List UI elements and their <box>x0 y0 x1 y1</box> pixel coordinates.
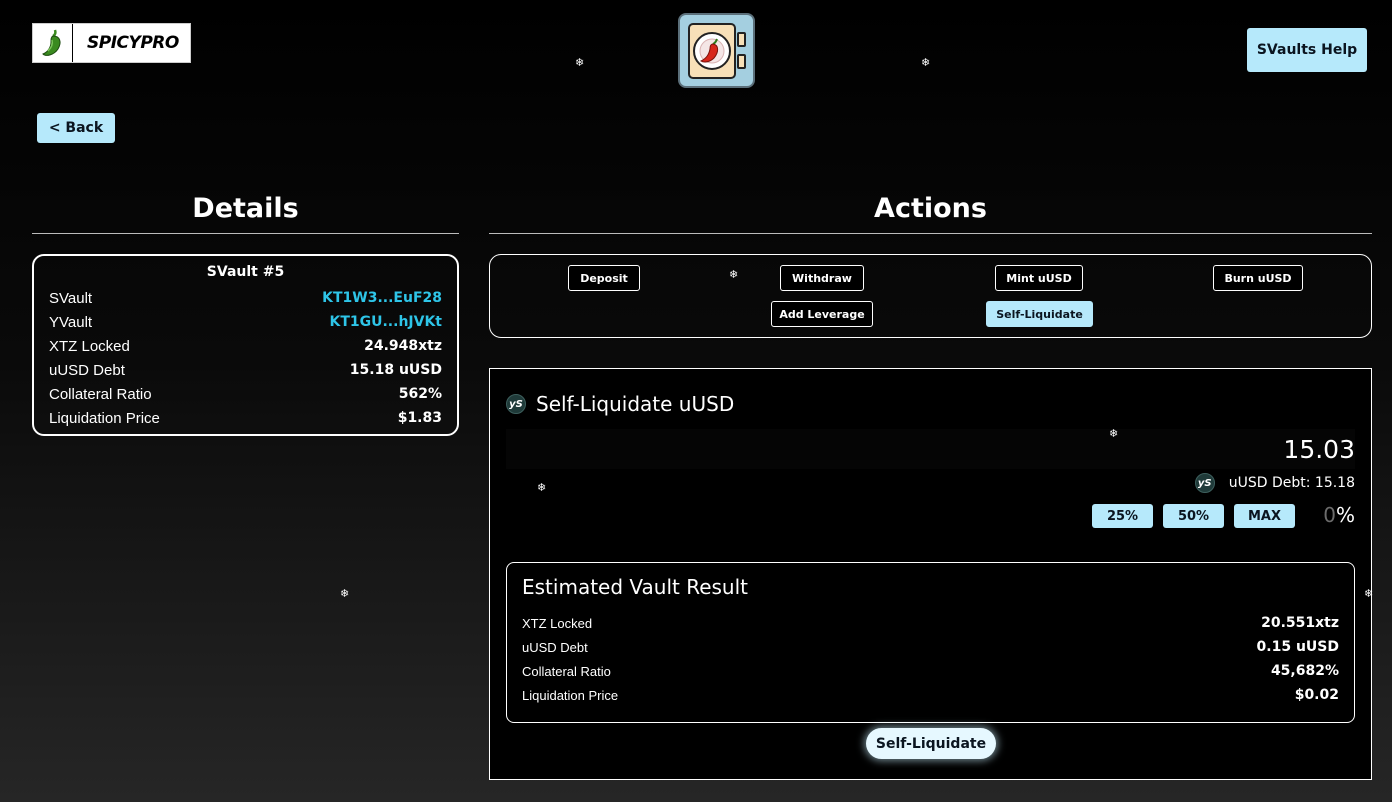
action-tabs: Deposit Withdraw Mint uUSD Burn uUSD Add… <box>489 254 1372 338</box>
snowflake-icon: ❄ <box>921 56 931 69</box>
svault-title: SVault #5 <box>206 264 285 280</box>
tab-mint-uusd[interactable]: Mint uUSD <box>995 265 1083 291</box>
detail-label: SVault <box>49 289 93 307</box>
snowflake-icon: ❄ <box>1109 427 1119 440</box>
detail-address-link[interactable]: KT1GU...hJVKt <box>329 314 442 330</box>
detail-row: YVault KT1GU...hJVKt <box>49 310 442 334</box>
pct-50-button[interactable]: 50% <box>1163 504 1224 528</box>
amount-input[interactable] <box>506 429 1355 469</box>
detail-label: YVault <box>49 313 93 331</box>
detail-row: uUSD Debt 15.18 uUSD <box>49 358 442 382</box>
uusd-debt-label: uUSD Debt: 15.18 <box>1228 475 1355 491</box>
self-liquidate-panel: yS Self-Liquidate uUSD ❄ ❄ yS uUSD Debt:… <box>489 368 1372 780</box>
detail-row: XTZ Locked 24.948xtz <box>49 334 442 358</box>
detail-row: SVault KT1W3...EuF28 <box>49 286 442 310</box>
result-row: uUSD Debt 0.15 uUSD <box>522 635 1339 659</box>
tab-self-liquidate[interactable]: Self-Liquidate <box>986 301 1093 327</box>
result-value: 20.551xtz <box>1261 615 1339 631</box>
yusd-token-icon: yS <box>506 394 526 414</box>
detail-value: 562% <box>398 386 442 402</box>
back-button[interactable]: < Back <box>37 113 115 143</box>
detail-value: 24.948xtz <box>364 338 442 354</box>
percent-sign: % <box>1335 503 1355 527</box>
snowflake-icon: ❄ <box>575 56 585 69</box>
detail-value: $1.83 <box>397 410 442 426</box>
result-row: Collateral Ratio 45,682% <box>522 659 1339 683</box>
snowflake-icon: ❄ <box>729 268 739 281</box>
self-liquidate-button[interactable]: Self-Liquidate <box>866 728 996 759</box>
detail-row: Liquidation Price $1.83 <box>49 406 442 430</box>
details-divider <box>32 233 459 234</box>
detail-address-link[interactable]: KT1W3...EuF28 <box>322 290 442 306</box>
detail-value: 15.18 uUSD <box>349 362 442 378</box>
svaults-help-button[interactable]: SVaults Help <box>1247 28 1367 72</box>
vault-icon <box>678 13 755 88</box>
actions-title: Actions <box>874 193 987 224</box>
brand-name: SPICYPRO <box>87 33 179 53</box>
detail-row: Collateral Ratio 562% <box>49 382 442 406</box>
snowflake-icon: ❄ <box>1364 587 1374 600</box>
result-value: 0.15 uUSD <box>1256 639 1339 655</box>
percent-value: 0 <box>1323 503 1336 527</box>
result-label: uUSD Debt <box>522 639 588 655</box>
detail-label: XTZ Locked <box>49 337 130 355</box>
percent-display: 0% <box>1323 503 1355 527</box>
result-label: Liquidation Price <box>522 687 619 703</box>
details-title: Details <box>192 193 299 224</box>
actions-divider <box>489 233 1372 234</box>
detail-label: Collateral Ratio <box>49 385 152 403</box>
detail-label: uUSD Debt <box>49 361 125 379</box>
tab-add-leverage[interactable]: Add Leverage <box>771 301 873 327</box>
estimated-result-card: Estimated Vault Result XTZ Locked 20.551x… <box>506 562 1355 723</box>
result-value: 45,682% <box>1270 663 1339 679</box>
tab-burn-uusd[interactable]: Burn uUSD <box>1213 265 1303 291</box>
pct-max-button[interactable]: MAX <box>1234 504 1295 528</box>
detail-label: Liquidation Price <box>49 409 160 427</box>
pct-25-button[interactable]: 25% <box>1092 504 1153 528</box>
svault-details-card: SVault #5 SVault KT1W3...EuF28 YVault KT1GU… <box>32 254 459 436</box>
spicypro-logo[interactable]: SPICYPRO <box>32 23 191 63</box>
estimated-title: Estimated Vault Result <box>522 575 749 599</box>
snowflake-icon: ❄ <box>340 587 350 600</box>
tab-withdraw[interactable]: Withdraw <box>780 265 864 291</box>
self-liquidate-title: Self-Liquidate uUSD <box>536 392 735 416</box>
yusd-token-icon: yS <box>1194 473 1215 493</box>
snowflake-icon: ❄ <box>537 481 547 494</box>
result-row: Liquidation Price $0.02 <box>522 683 1339 707</box>
pepper-logo-icon <box>33 24 73 62</box>
tab-deposit[interactable]: Deposit <box>568 265 640 291</box>
result-label: Collateral Ratio <box>522 663 611 679</box>
result-label: XTZ Locked <box>522 615 593 631</box>
result-row: XTZ Locked 20.551xtz <box>522 611 1339 635</box>
result-value: $0.02 <box>1294 687 1339 703</box>
